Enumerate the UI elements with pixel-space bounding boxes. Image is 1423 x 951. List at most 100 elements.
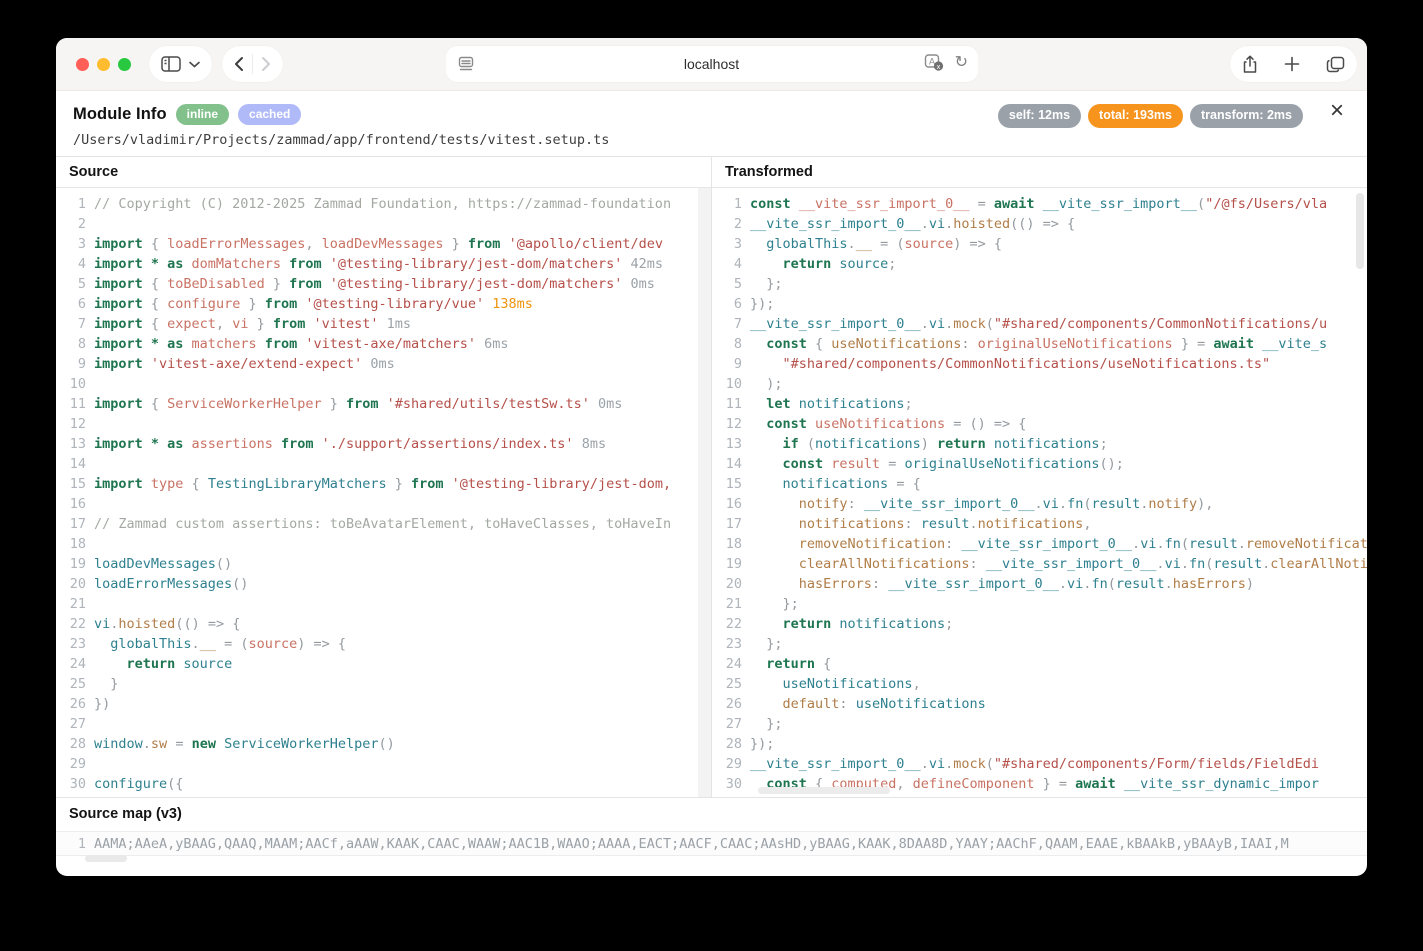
code-line: 16 notify: __vite_ssr_import_0__.vi.fn(r…	[712, 494, 1367, 514]
line-number: 4	[56, 254, 86, 274]
code-line: 6import { configure } from '@testing-lib…	[56, 294, 711, 314]
address-bar[interactable]: localhost A x ↻	[445, 46, 978, 82]
code-line: 2__vite_ssr_import_0__.vi.hoisted(() => …	[712, 214, 1367, 234]
line-content: // Copyright (C) 2012-2025 Zammad Founda…	[86, 194, 671, 214]
line-number: 26	[712, 694, 742, 714]
sourcemap-title: Source map (v3)	[56, 798, 1367, 831]
zoom-window-button[interactable]	[118, 58, 131, 71]
transformed-horizontal-scrollbar[interactable]	[758, 787, 890, 794]
line-content	[86, 454, 94, 474]
reload-icon[interactable]: ↻	[955, 55, 968, 71]
line-content: vi.hoisted(() => {	[86, 614, 240, 634]
line-number: 12	[56, 414, 86, 434]
sidebar-icon[interactable]	[161, 56, 181, 72]
line-number: 15	[56, 474, 86, 494]
code-line: 13 if (notifications) return notificatio…	[712, 434, 1367, 454]
page-format-icon[interactable]	[457, 55, 474, 72]
sourcemap-line-number: 1	[56, 836, 86, 852]
code-line: 20 hasErrors: __vite_ssr_import_0__.vi.f…	[712, 574, 1367, 594]
code-line: 24 return {	[712, 654, 1367, 674]
transformed-code[interactable]: 1const __vite_ssr_import_0__ = await __v…	[712, 188, 1367, 794]
line-number: 28	[712, 734, 742, 754]
line-content: });	[742, 734, 774, 754]
line-content: window.sw = new ServiceWorkerHelper()	[86, 734, 395, 754]
code-line: 6});	[712, 294, 1367, 314]
line-number: 17	[712, 514, 742, 534]
line-content: hasErrors: __vite_ssr_import_0__.vi.fn(r…	[742, 574, 1254, 594]
code-line: 5import { toBeDisabled } from '@testing-…	[56, 274, 711, 294]
line-content: removeNotification: __vite_ssr_import_0_…	[742, 534, 1367, 554]
forward-button[interactable]	[261, 56, 271, 72]
sourcemap-horizontal-scrollbar[interactable]	[85, 855, 127, 862]
line-content: };	[742, 594, 799, 614]
line-number: 13	[56, 434, 86, 454]
code-line: 13import * as assertions from './support…	[56, 434, 711, 454]
line-content: __vite_ssr_import_0__.vi.hoisted(() => {	[742, 214, 1075, 234]
line-content: import { expect, vi } from 'vitest' 1ms	[86, 314, 411, 334]
code-line: 28});	[712, 734, 1367, 754]
transformed-panel-title: Transformed	[712, 157, 1367, 188]
nav-buttons	[222, 46, 283, 82]
line-number: 21	[712, 594, 742, 614]
code-line: 23 globalThis.__ = (source) => {	[56, 634, 711, 654]
timing-badges: self: 12ms total: 193ms transform: 2ms	[998, 104, 1303, 128]
code-line: 17 notifications: result.notifications,	[712, 514, 1367, 534]
line-content: configure({	[86, 774, 183, 794]
new-tab-icon[interactable]	[1284, 56, 1300, 72]
back-button[interactable]	[234, 56, 244, 72]
code-line: 9import 'vitest-axe/extend-expect' 0ms	[56, 354, 711, 374]
line-content: import * as matchers from 'vitest-axe/ma…	[86, 334, 509, 354]
line-content: default: useNotifications	[742, 694, 986, 714]
line-number: 15	[712, 474, 742, 494]
code-panels: Source 1// Copyright (C) 2012-2025 Zamma…	[56, 156, 1367, 797]
line-content: const __vite_ssr_import_0__ = await __vi…	[742, 194, 1327, 214]
line-number: 14	[712, 454, 742, 474]
line-content: }	[86, 674, 118, 694]
code-line: 1// Copyright (C) 2012-2025 Zammad Found…	[56, 194, 711, 214]
line-content	[86, 374, 94, 394]
line-content	[86, 594, 94, 614]
code-line: 16	[56, 494, 711, 514]
transformed-vertical-scrollbar[interactable]	[1356, 193, 1364, 269]
line-content: })	[86, 694, 110, 714]
chevron-down-icon[interactable]	[189, 61, 200, 68]
line-content: __vite_ssr_import_0__.vi.mock("#shared/c…	[742, 314, 1327, 334]
line-number: 13	[712, 434, 742, 454]
code-line: 11import { ServiceWorkerHelper } from '#…	[56, 394, 711, 414]
line-number: 3	[712, 234, 742, 254]
code-line: 27 };	[712, 714, 1367, 734]
code-line: 10 );	[712, 374, 1367, 394]
line-number: 5	[712, 274, 742, 294]
line-number: 26	[56, 694, 86, 714]
code-line: 26})	[56, 694, 711, 714]
source-vertical-scrollbar[interactable]	[698, 188, 711, 797]
line-number: 27	[712, 714, 742, 734]
code-line: 19loadDevMessages()	[56, 554, 711, 574]
line-content: import { configure } from '@testing-libr…	[86, 294, 533, 314]
line-content: if (notifications) return notifications;	[742, 434, 1108, 454]
line-content: const useNotifications = () => {	[742, 414, 1026, 434]
code-line: 25 }	[56, 674, 711, 694]
code-line: 20loadErrorMessages()	[56, 574, 711, 594]
line-content: import { ServiceWorkerHelper } from '#sh…	[86, 394, 622, 414]
line-content: };	[742, 274, 783, 294]
line-number: 29	[56, 754, 86, 774]
translate-icon[interactable]: A x	[925, 54, 945, 72]
close-icon[interactable]: ×	[1323, 97, 1351, 125]
line-number: 9	[712, 354, 742, 374]
line-content: import type { TestingLibraryMatchers } f…	[86, 474, 671, 494]
tab-overview-icon[interactable]	[1326, 56, 1345, 73]
line-content: loadDevMessages()	[86, 554, 232, 574]
source-code[interactable]: 1// Copyright (C) 2012-2025 Zammad Found…	[56, 188, 711, 794]
line-content: return notifications;	[742, 614, 953, 634]
line-number: 18	[56, 534, 86, 554]
code-line: 4 return source;	[712, 254, 1367, 274]
share-icon[interactable]	[1242, 55, 1258, 74]
line-number: 16	[56, 494, 86, 514]
code-line: 5 };	[712, 274, 1367, 294]
line-content: // Zammad custom assertions: toBeAvatarE…	[86, 514, 671, 534]
desktop: { "browser": { "url_text": "localhost" }…	[0, 0, 1423, 951]
minimize-window-button[interactable]	[97, 58, 110, 71]
code-line: 14 const result = originalUseNotificatio…	[712, 454, 1367, 474]
close-window-button[interactable]	[76, 58, 89, 71]
